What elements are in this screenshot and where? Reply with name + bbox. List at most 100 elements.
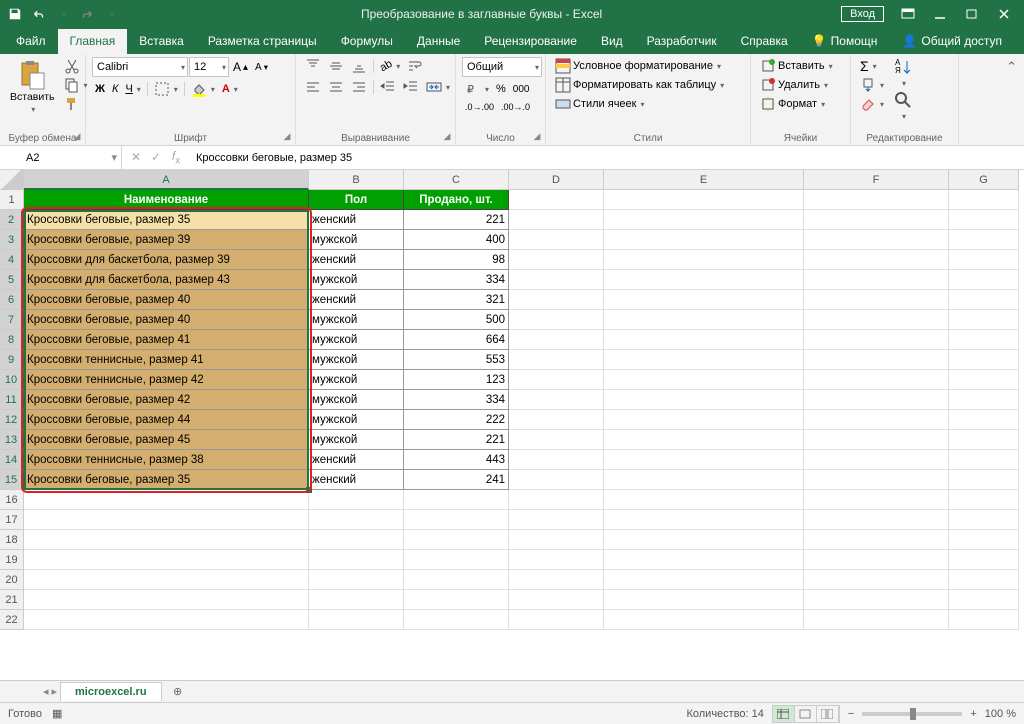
cell[interactable] [804,410,949,430]
row-header[interactable]: 9 [0,350,24,370]
cell[interactable]: Кроссовки для баскетбола, размер 43 [24,270,309,290]
cell[interactable]: 334 [404,390,509,410]
cell[interactable] [404,490,509,510]
cell[interactable] [804,330,949,350]
cell[interactable]: мужской [309,370,404,390]
cell[interactable]: Кроссовки беговые, размер 35 [24,470,309,490]
cell[interactable] [604,410,804,430]
cell-styles-button[interactable]: Стили ячеек [552,95,648,113]
decrease-indent-button[interactable] [377,78,399,96]
column-headers[interactable]: ABCDEFG [24,170,1024,190]
cell[interactable]: Пол [309,190,404,210]
cell[interactable] [309,570,404,590]
undo-dropdown[interactable] [52,3,74,25]
minimize-icon[interactable] [924,3,956,25]
cell[interactable] [804,550,949,570]
cell[interactable] [804,210,949,230]
cell[interactable]: Кроссовки беговые, размер 39 [24,230,309,250]
row-header[interactable]: 13 [0,430,24,450]
percent-button[interactable]: % [493,82,509,96]
font-color-button[interactable]: A [219,82,241,96]
cell[interactable]: мужской [309,350,404,370]
cell[interactable]: 222 [404,410,509,430]
cell[interactable] [509,190,604,210]
increase-font-button[interactable]: A▴ [230,59,251,75]
align-top-button[interactable] [302,57,324,75]
row-header[interactable]: 8 [0,330,24,350]
cell[interactable] [804,470,949,490]
undo-icon[interactable] [28,3,50,25]
cell[interactable] [24,610,309,630]
cell[interactable] [949,590,1019,610]
align-left-button[interactable] [302,78,324,96]
cell[interactable]: Продано, шт. [404,190,509,210]
cell[interactable]: мужской [309,270,404,290]
cell[interactable] [404,510,509,530]
fill-button[interactable] [857,76,887,94]
fill-color-button[interactable] [188,80,218,98]
zoom-level[interactable]: 100 % [985,708,1016,720]
autosum-button[interactable]: Σ [857,57,887,75]
cell[interactable]: 221 [404,210,509,230]
sort-filter-button[interactable]: AЯ [891,57,915,89]
cell[interactable] [24,530,309,550]
cell[interactable] [604,190,804,210]
cell[interactable]: Кроссовки для баскетбола, размер 39 [24,250,309,270]
cell[interactable] [949,230,1019,250]
align-right-button[interactable] [348,78,370,96]
cell[interactable] [309,590,404,610]
cell[interactable] [804,250,949,270]
cell[interactable] [309,490,404,510]
row-header[interactable]: 10 [0,370,24,390]
col-header-B[interactable]: B [309,170,404,190]
cell[interactable] [404,550,509,570]
italic-button[interactable]: К [109,82,121,96]
format-cells-button[interactable]: Формат [757,95,828,113]
cell[interactable] [509,610,604,630]
row-header[interactable]: 1 [0,190,24,210]
cell[interactable] [509,230,604,250]
cell[interactable] [804,310,949,330]
cell[interactable] [949,370,1019,390]
cell[interactable] [804,490,949,510]
cells-area[interactable]: НаименованиеПолПродано, шт.Кроссовки бег… [24,190,1024,680]
align-center-button[interactable] [325,78,347,96]
underline-button[interactable]: Ч [122,82,143,96]
row-header[interactable]: 5 [0,270,24,290]
name-box[interactable]: A2▾ [22,146,122,169]
decrease-decimal-button[interactable]: .00→.0 [498,101,533,113]
cell[interactable] [24,550,309,570]
row-header[interactable]: 3 [0,230,24,250]
cell[interactable]: 500 [404,310,509,330]
cell[interactable] [804,590,949,610]
cell[interactable] [804,390,949,410]
number-dialog-launcher[interactable]: ◢ [531,131,543,143]
cell[interactable] [949,490,1019,510]
cell[interactable]: Кроссовки теннисные, размер 42 [24,370,309,390]
cell[interactable]: 98 [404,250,509,270]
row-header[interactable]: 17 [0,510,24,530]
cell[interactable] [604,530,804,550]
cell[interactable]: мужской [309,430,404,450]
sheet-tab[interactable]: microexcel.ru [60,682,162,701]
cell[interactable] [604,390,804,410]
align-middle-button[interactable] [325,57,347,75]
cell[interactable] [804,230,949,250]
cell[interactable] [509,570,604,590]
row-header[interactable]: 16 [0,490,24,510]
cell[interactable] [509,470,604,490]
cell[interactable] [604,250,804,270]
cell[interactable]: мужской [309,310,404,330]
cell[interactable]: женский [309,210,404,230]
cell[interactable] [949,530,1019,550]
cell[interactable] [509,510,604,530]
format-as-table-button[interactable]: Форматировать как таблицу [552,76,727,94]
cell[interactable] [309,610,404,630]
tab-view[interactable]: Вид [589,29,635,54]
formula-input[interactable]: Кроссовки беговые, размер 35 [190,152,358,164]
cell[interactable] [949,250,1019,270]
row-header[interactable]: 7 [0,310,24,330]
cell[interactable] [509,350,604,370]
bold-button[interactable]: Ж [92,82,108,96]
cell[interactable] [509,590,604,610]
